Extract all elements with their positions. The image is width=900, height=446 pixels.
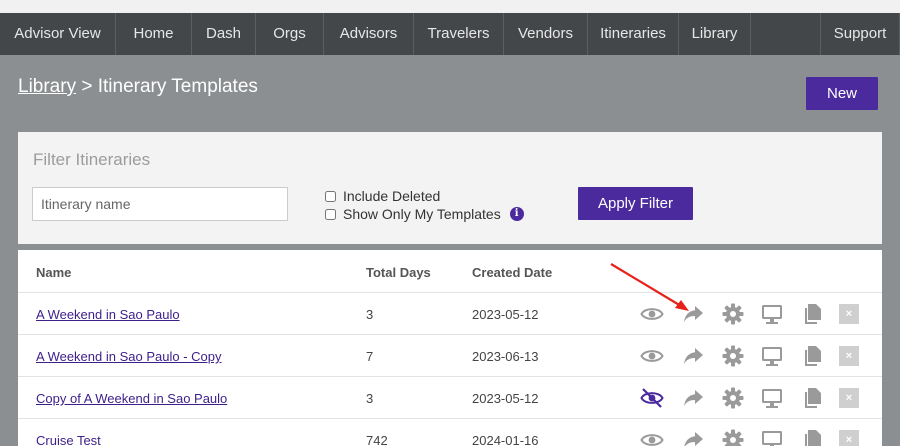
monitor-icon[interactable] (760, 302, 784, 326)
delete-icon[interactable]: × (839, 430, 859, 446)
header-name: Name (36, 265, 72, 280)
eye-icon[interactable] (640, 344, 664, 368)
monitor-icon[interactable] (760, 344, 784, 368)
apply-filter-button[interactable]: Apply Filter (578, 187, 693, 220)
table-header: Name Total Days Created Date (18, 250, 882, 293)
filter-panel: Filter Itineraries Include Deleted Show … (18, 132, 882, 244)
share-icon[interactable] (681, 302, 705, 326)
header-total-days: Total Days (366, 265, 431, 280)
nav-item-library[interactable]: Library (679, 13, 751, 55)
delete-icon[interactable]: × (839, 304, 859, 324)
main-nav: Advisor View Home Dash Orgs Advisors Traveler… (0, 13, 900, 55)
breadcrumb: Library > Itinerary Templates (18, 76, 258, 98)
template-name-link[interactable]: A Weekend in Sao Paulo - Copy (36, 349, 222, 364)
template-name-link[interactable]: A Weekend in Sao Paulo (36, 307, 180, 322)
nav-item-travelers[interactable]: Travelers (414, 13, 504, 55)
created-date-cell: 2023-05-12 (472, 391, 539, 406)
eye-slash-icon[interactable] (640, 386, 664, 410)
monitor-icon[interactable] (760, 428, 784, 446)
show-only-mine-option[interactable]: Show Only My Templates i (325, 206, 524, 222)
page-title: Itinerary Templates (97, 76, 258, 97)
share-icon[interactable] (681, 344, 705, 368)
nav-item-orgs[interactable]: Orgs (256, 13, 324, 55)
share-icon[interactable] (681, 428, 705, 446)
copy-icon[interactable] (800, 386, 824, 410)
template-name-link[interactable]: Copy of A Weekend in Sao Paulo (36, 391, 227, 406)
gear-icon[interactable] (721, 428, 745, 446)
eye-icon[interactable] (640, 302, 664, 326)
total-days-cell: 742 (366, 433, 388, 446)
nav-item-vendors[interactable]: Vendors (504, 13, 588, 55)
itinerary-name-input[interactable] (32, 187, 288, 221)
filter-title: Filter Itineraries (33, 150, 151, 169)
nav-item-dash[interactable]: Dash (192, 13, 256, 55)
show-only-mine-checkbox[interactable] (325, 208, 336, 220)
total-days-cell: 3 (366, 307, 374, 322)
total-days-cell: 3 (366, 391, 374, 406)
eye-icon[interactable] (640, 428, 664, 446)
table-row: A Weekend in Sao Paulo 3 2023-05-12 × (18, 293, 882, 335)
nav-item-support[interactable]: Support (820, 13, 900, 55)
nav-item-advisors[interactable]: Advisors (324, 13, 414, 55)
nav-item-itineraries[interactable]: Itineraries (588, 13, 679, 55)
breadcrumb-separator: > (76, 76, 98, 97)
breadcrumb-library-link[interactable]: Library (18, 76, 76, 97)
created-date-cell: 2023-06-13 (472, 349, 539, 364)
gear-icon[interactable] (721, 302, 745, 326)
delete-icon[interactable]: × (839, 346, 859, 366)
copy-icon[interactable] (800, 344, 824, 368)
total-days-cell: 7 (366, 349, 374, 364)
include-deleted-label: Include Deleted (343, 188, 441, 204)
header-created-date: Created Date (472, 265, 553, 280)
gear-icon[interactable] (721, 344, 745, 368)
include-deleted-option[interactable]: Include Deleted (325, 188, 440, 204)
table-row: Cruise Test 742 2024-01-16 × (18, 419, 882, 446)
info-icon[interactable]: i (509, 207, 524, 221)
template-name-link[interactable]: Cruise Test (36, 433, 101, 446)
nav-item-advisor-view[interactable]: Advisor View (0, 13, 116, 55)
share-icon[interactable] (681, 386, 705, 410)
include-deleted-checkbox[interactable] (325, 190, 336, 202)
show-only-mine-label: Show Only My Templates (343, 206, 501, 222)
delete-icon[interactable]: × (839, 388, 859, 408)
nav-item-home[interactable]: Home (116, 13, 192, 55)
gear-icon[interactable] (721, 386, 745, 410)
table-row: Copy of A Weekend in Sao Paulo 3 2023-05-1… (18, 377, 882, 419)
templates-table: Name Total Days Created Date A Weekend i… (18, 250, 882, 446)
copy-icon[interactable] (800, 302, 824, 326)
new-button[interactable]: New (806, 77, 878, 110)
created-date-cell: 2023-05-12 (472, 307, 539, 322)
monitor-icon[interactable] (760, 386, 784, 410)
table-row: A Weekend in Sao Paulo - Copy 7 2023-06-13… (18, 335, 882, 377)
created-date-cell: 2024-01-16 (472, 433, 539, 446)
copy-icon[interactable] (800, 428, 824, 446)
top-strip (0, 0, 900, 13)
